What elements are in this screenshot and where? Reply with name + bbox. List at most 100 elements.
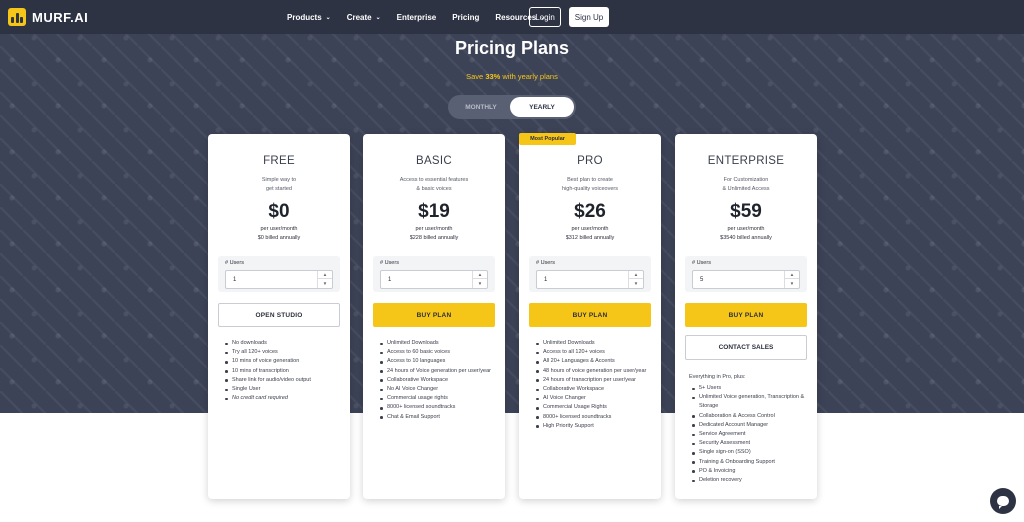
nav-pricing-label: Pricing — [452, 12, 480, 22]
feature-list: Unlimited Downloads Access to 60 basic v… — [379, 339, 499, 422]
feature-item: 10 mins of transcription — [224, 367, 344, 376]
stepper-down-icon[interactable]: ▼ — [473, 279, 487, 287]
plan-desc-line: high-quality voiceovers — [562, 185, 618, 192]
plan-description: For Customization & Unlimited Access — [695, 176, 797, 193]
feature-item: Share link for audio/video output — [224, 376, 344, 385]
feature-item: 10 mins of voice generation — [224, 357, 344, 366]
plan-desc-line: get started — [266, 185, 292, 192]
price-period: per user/month — [260, 226, 298, 232]
buy-plan-button[interactable]: BUY PLAN — [373, 303, 495, 327]
billed-annually: $312 billed annually — [565, 235, 615, 241]
feature-item: Try all 120+ voices — [224, 348, 344, 357]
feature-item: 24 hours of transcription per user/year — [535, 376, 655, 385]
plan-desc-line: Access to essential features — [399, 177, 469, 183]
stepper-down-icon[interactable]: ▼ — [629, 279, 643, 287]
feature-item: No AI Voice Changer — [379, 385, 499, 394]
billing-toggle: MONTHLY YEARLY — [448, 95, 576, 119]
open-studio-button[interactable]: OPEN STUDIO — [218, 303, 340, 327]
feature-item: 24 hours of Voice generation per user/ye… — [379, 367, 499, 376]
plan-card-pro: Most Popular PRO Best plan to create high… — [519, 133, 661, 499]
billed-annually: $228 billed annually — [409, 235, 459, 241]
contact-sales-button[interactable]: CONTACT SALES — [685, 335, 807, 360]
nav-products[interactable]: Products ⌄ — [287, 13, 331, 22]
plan-description: Best plan to create high-quality voiceove… — [539, 176, 641, 193]
plan-card-free: FREE Simple way to get started $0 per use… — [208, 134, 350, 499]
users-input[interactable]: 1 ▲ ▼ — [225, 270, 333, 289]
users-label: # Users — [225, 260, 244, 266]
signup-button[interactable]: Sign Up — [569, 7, 609, 27]
users-input[interactable]: 1 ▲ ▼ — [380, 270, 488, 289]
feature-item: Training & Onboarding Support — [691, 458, 811, 467]
feature-item: 8000+ licensed soundtracks — [535, 413, 655, 422]
stepper-down-icon[interactable]: ▼ — [785, 279, 799, 287]
feature-list: 5+ Users Unlimited Voice generation, Tra… — [691, 384, 811, 485]
plan-description: Access to essential features & basic voic… — [383, 176, 485, 193]
nav-pricing[interactable]: Pricing — [452, 13, 479, 22]
chat-bubble-icon — [997, 496, 1009, 509]
stepper-up-icon[interactable]: ▲ — [629, 271, 643, 279]
feature-item: Access to all 120+ voices — [535, 348, 655, 357]
users-label: # Users — [536, 260, 555, 266]
feature-item: Single sign-on (SSO) — [691, 448, 811, 457]
users-input[interactable]: 5 ▲ ▼ — [692, 270, 800, 289]
stepper-up-icon[interactable]: ▲ — [473, 271, 487, 279]
users-input[interactable]: 1 ▲ ▼ — [536, 270, 644, 289]
save-prefix: Save — [466, 72, 486, 81]
plan-price: $59 — [730, 201, 762, 222]
buy-plan-button[interactable]: BUY PLAN — [529, 303, 651, 327]
billed-annually: $3540 billed annually — [720, 235, 772, 241]
logo[interactable]: MURF.AI — [8, 8, 88, 26]
nav-products-label: Products — [287, 12, 322, 22]
feature-item: High Priority Support — [535, 422, 655, 431]
users-value: 1 — [388, 276, 392, 283]
buy-plan-button[interactable]: BUY PLAN — [685, 303, 807, 327]
feature-item: No credit card required — [224, 394, 344, 403]
feature-item: AI Voice Changer — [535, 394, 655, 403]
feature-item: Collaborative Workspace — [379, 376, 499, 385]
most-popular-badge: Most Popular — [519, 133, 576, 145]
feature-item: PO & Invoicing — [691, 467, 811, 476]
users-stepper: ▲ ▼ — [317, 271, 332, 288]
feature-item: Collaborative Workspace — [535, 385, 655, 394]
feature-item: Access to 60 basic voices — [379, 348, 499, 357]
feature-list: No downloads Try all 120+ voices 10 mins… — [224, 339, 344, 403]
plan-price: $0 — [268, 201, 290, 222]
murf-logo-icon — [8, 8, 26, 26]
features-intro: Everything in Pro, plus: — [689, 374, 746, 380]
feature-item: Security Assessment — [691, 439, 811, 448]
feature-item: 8000+ licensed soundtracks — [379, 403, 499, 412]
toggle-monthly[interactable]: MONTHLY — [448, 95, 514, 119]
price-period: per user/month — [415, 226, 453, 232]
chat-widget-button[interactable] — [990, 488, 1016, 514]
feature-item: Collaboration & Access Control — [691, 412, 811, 421]
login-button[interactable]: Login — [529, 7, 561, 27]
nav-create-label: Create — [346, 12, 372, 22]
plan-card-basic: BASIC Access to essential features & basi… — [363, 134, 505, 499]
save-percent: 33% — [485, 72, 501, 81]
save-note: Save 33% with yearly plans — [0, 72, 1024, 81]
feature-item: Service Agreement — [691, 430, 811, 439]
feature-item: Unlimited Voice generation, Transcriptio… — [691, 393, 811, 411]
plan-price: $26 — [574, 201, 606, 222]
stepper-up-icon[interactable]: ▲ — [785, 271, 799, 279]
plan-desc-line: Simple way to — [261, 177, 297, 183]
plan-price: $19 — [418, 201, 450, 222]
logo-text: MURF.AI — [32, 9, 89, 25]
stepper-down-icon[interactable]: ▼ — [318, 279, 332, 287]
chevron-down-icon: ⌄ — [375, 14, 381, 21]
feature-item: Commercial Usage Rights — [535, 403, 655, 412]
nav-create[interactable]: Create ⌄ — [347, 13, 381, 22]
plan-desc-line: Best plan to create — [567, 177, 613, 183]
top-navbar: MURF.AI Products ⌄ Create ⌄ Enterprise P… — [0, 0, 1024, 34]
billed-annually: $0 billed annually — [257, 235, 301, 241]
feature-item: Deletion recovery — [691, 476, 811, 485]
plan-name: FREE — [263, 155, 295, 167]
toggle-yearly[interactable]: YEARLY — [510, 97, 574, 117]
plan-card-enterprise: ENTERPRISE For Customization & Unlimited … — [675, 134, 817, 499]
plan-desc-line: & Unlimited Access — [722, 185, 770, 192]
page-title: Pricing Plans — [454, 38, 570, 58]
users-selector: # Users 1 ▲ ▼ — [218, 256, 340, 292]
stepper-up-icon[interactable]: ▲ — [318, 271, 332, 279]
feature-item: Unlimited Downloads — [379, 339, 499, 348]
nav-enterprise[interactable]: Enterprise — [397, 13, 437, 22]
